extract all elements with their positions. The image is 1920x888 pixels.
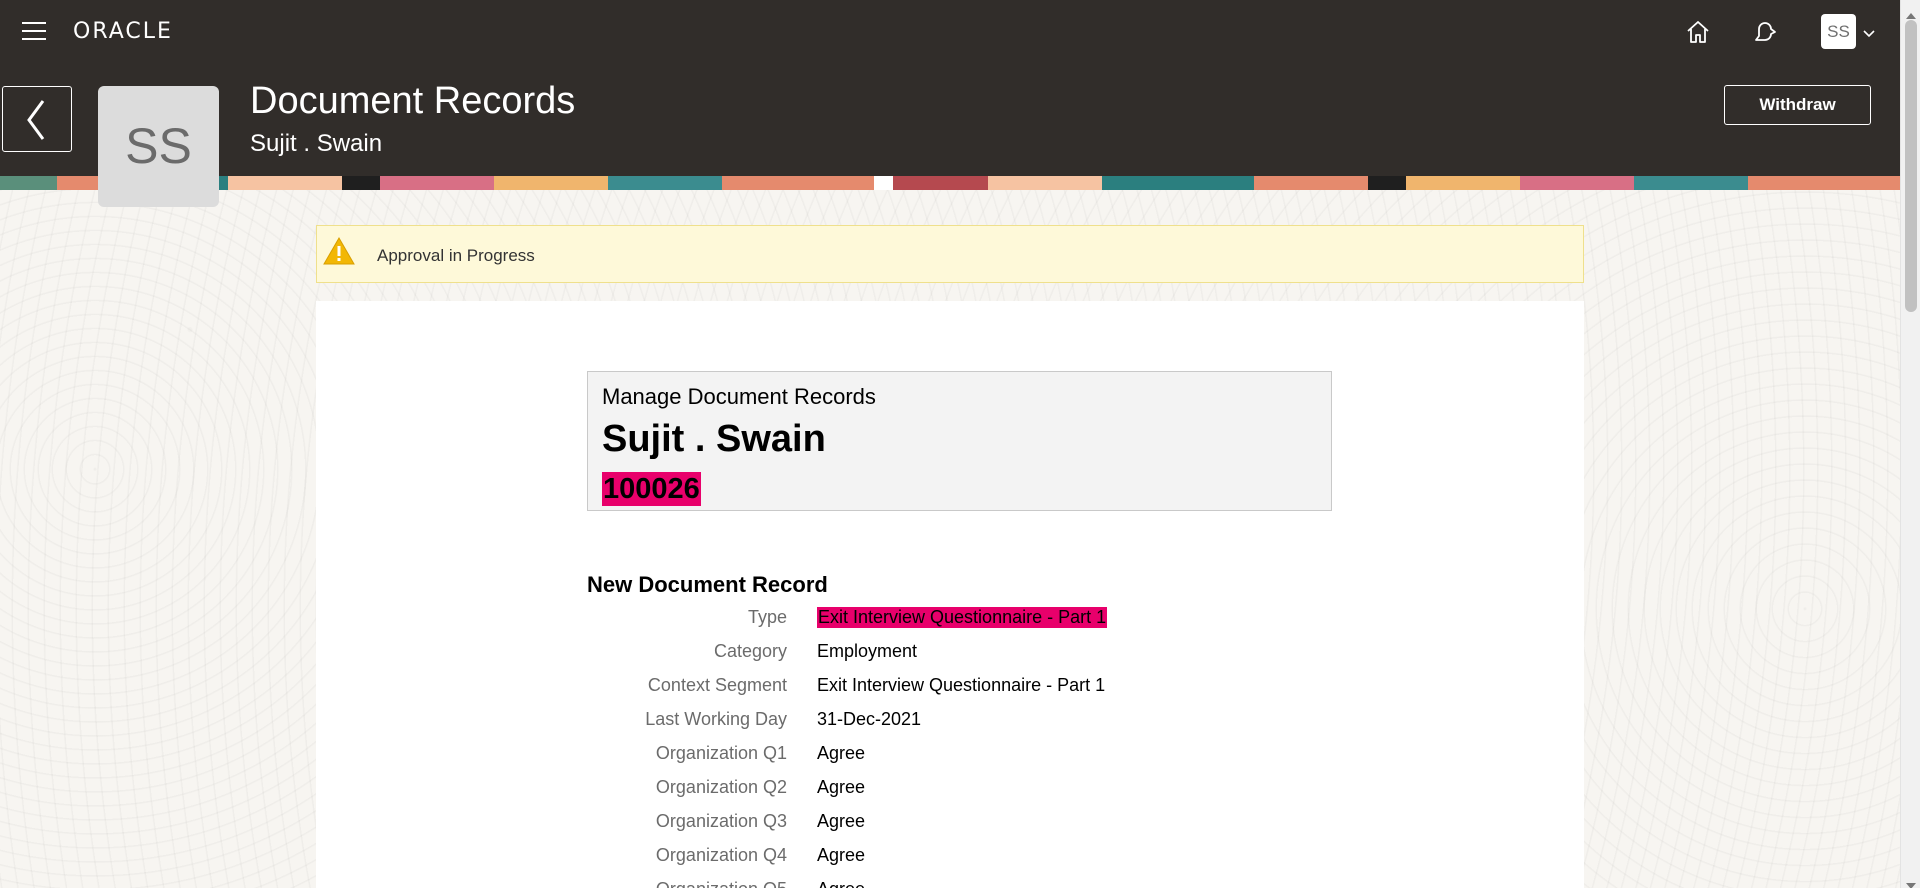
field-row: Organization Q5 Agree [587, 879, 1332, 888]
field-row: Context Segment Exit Interview Questionn… [587, 675, 1332, 709]
field-value: Exit Interview Questionnaire - Part 1 [817, 607, 1108, 628]
user-avatar[interactable]: SS [1821, 14, 1856, 49]
field-row: Organization Q1 Agree [587, 743, 1332, 777]
summary-title: Manage Document Records [602, 384, 876, 409]
field-row: Organization Q3 Agree [587, 811, 1332, 845]
section-title: New Document Record [587, 572, 828, 597]
person-avatar: SS [98, 86, 219, 207]
person-number: 100026 [602, 472, 701, 506]
vertical-scrollbar[interactable] [1900, 0, 1920, 888]
chevron-down-icon[interactable] [1862, 26, 1876, 44]
content-card: Manage Document Records Sujit . Swain 10… [316, 301, 1584, 888]
chevron-left-icon [27, 100, 45, 140]
field-value: 31-Dec-2021 [817, 709, 922, 729]
field-label: Last Working Day [645, 709, 787, 729]
field-value: Agree [817, 743, 866, 763]
field-label: Context Segment [647, 675, 787, 695]
summary-name: Sujit . Swain [602, 418, 826, 460]
hamburger-icon[interactable] [22, 22, 46, 42]
field-label: Organization Q1 [655, 743, 787, 763]
field-value: Exit Interview Questionnaire - Part 1 [817, 675, 1106, 695]
warning-icon [323, 236, 355, 271]
warning-text: Approval in Progress [377, 246, 535, 265]
global-header: ORACLE SS [0, 0, 1900, 64]
field-row: Category Employment [587, 641, 1332, 675]
field-value: Agree [817, 811, 866, 831]
field-value: Agree [817, 845, 866, 865]
field-label: Organization Q2 [655, 777, 787, 797]
back-button[interactable] [2, 86, 72, 152]
field-row: Organization Q4 Agree [587, 845, 1332, 879]
field-row: Type Exit Interview Questionnaire - Part… [587, 607, 1332, 641]
field-label: Category [713, 641, 787, 661]
summary-box: Manage Document Records Sujit . Swain 10… [587, 371, 1332, 511]
field-row: Organization Q2 Agree [587, 777, 1332, 811]
field-value: Agree [817, 879, 865, 888]
page-header: SS Document Records Sujit . Swain Withdr… [0, 64, 1900, 207]
notifications-icon[interactable] [1750, 18, 1778, 46]
field-row: Last Working Day 31-Dec-2021 [587, 709, 1332, 743]
field-value: Agree [817, 777, 866, 797]
approval-warning-banner: Approval in Progress [316, 225, 1584, 283]
field-label: Type [747, 607, 787, 627]
record-fields: Type Exit Interview Questionnaire - Part… [587, 607, 1332, 888]
field-label: Organization Q3 [655, 811, 787, 831]
field-value: Employment [817, 641, 918, 661]
withdraw-button[interactable]: Withdraw [1724, 85, 1871, 125]
field-label: Organization Q4 [655, 845, 787, 865]
home-icon[interactable] [1684, 18, 1712, 46]
scroll-down-arrow-icon[interactable] [1906, 876, 1916, 888]
decorative-banner [0, 176, 1900, 190]
scrollbar-thumb[interactable] [1905, 20, 1917, 312]
field-label: Organization Q5 [656, 879, 787, 888]
oracle-logo[interactable]: ORACLE [73, 19, 173, 44]
page-subtitle: Sujit . Swain [250, 130, 383, 157]
page-title: Document Records [250, 80, 576, 122]
